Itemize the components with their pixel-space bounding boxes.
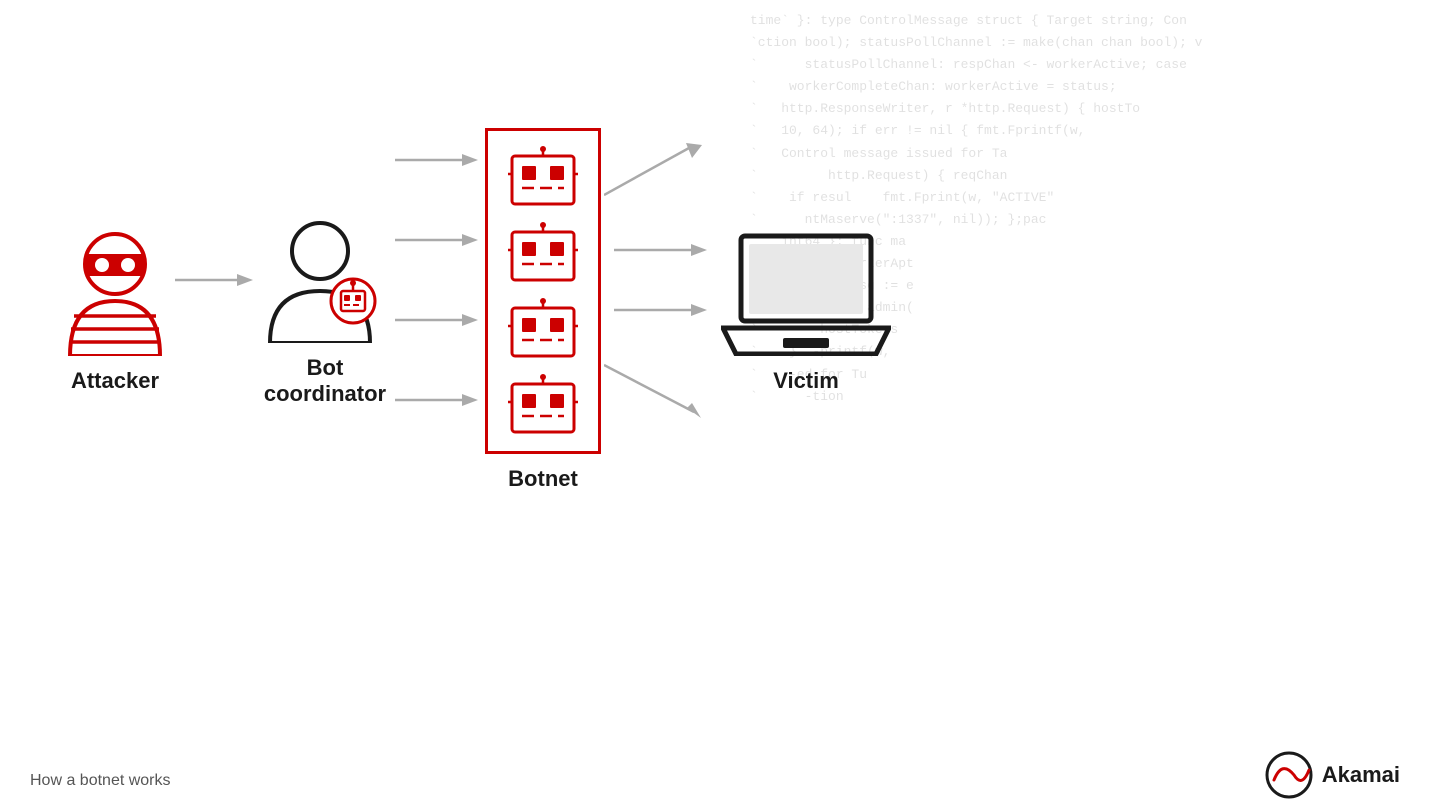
arrows-to-victim <box>601 120 721 500</box>
caption: How a botnet works <box>30 772 171 790</box>
arrow-to-bot3 <box>395 310 480 330</box>
arrow-bot4-to-victim <box>604 360 719 420</box>
bot-icon-2 <box>508 222 578 284</box>
bot-coordinator-node: Bot coordinator <box>260 213 390 408</box>
botnet-label: Botnet <box>508 466 578 492</box>
akamai-icon <box>1264 750 1314 800</box>
bot-icon-3 <box>508 298 578 360</box>
arrow-to-bot2 <box>395 230 480 250</box>
victim-label: Victim <box>773 368 839 394</box>
bot-icon-4 <box>508 374 578 436</box>
arrow-to-bot4 <box>395 390 480 410</box>
victim-icon <box>721 226 891 356</box>
bot-coordinator-label: Bot coordinator <box>264 355 386 408</box>
botnet-box <box>485 128 601 454</box>
attacker-node: Attacker <box>60 226 170 394</box>
arrow-bot3-to-victim <box>614 300 709 320</box>
attacker-label: Attacker <box>71 368 159 394</box>
arrows-to-botnet <box>390 120 485 500</box>
arrow-attacker-to-bot <box>170 268 260 352</box>
bot-coordinator-icon <box>260 213 390 343</box>
victim-node: Victim <box>721 226 891 394</box>
botnet-section: Botnet <box>485 128 601 492</box>
akamai-text: Akamai <box>1322 762 1400 788</box>
arrow-bot2-to-victim <box>614 240 709 260</box>
bot-icon-1 <box>508 146 578 208</box>
attacker-icon <box>60 226 170 356</box>
diagram: Attacker Bot coordinato <box>60 120 1260 500</box>
arrow-bot1-to-victim <box>604 140 719 200</box>
arrow-to-bot1 <box>395 150 480 170</box>
akamai-logo: Akamai <box>1264 750 1400 800</box>
